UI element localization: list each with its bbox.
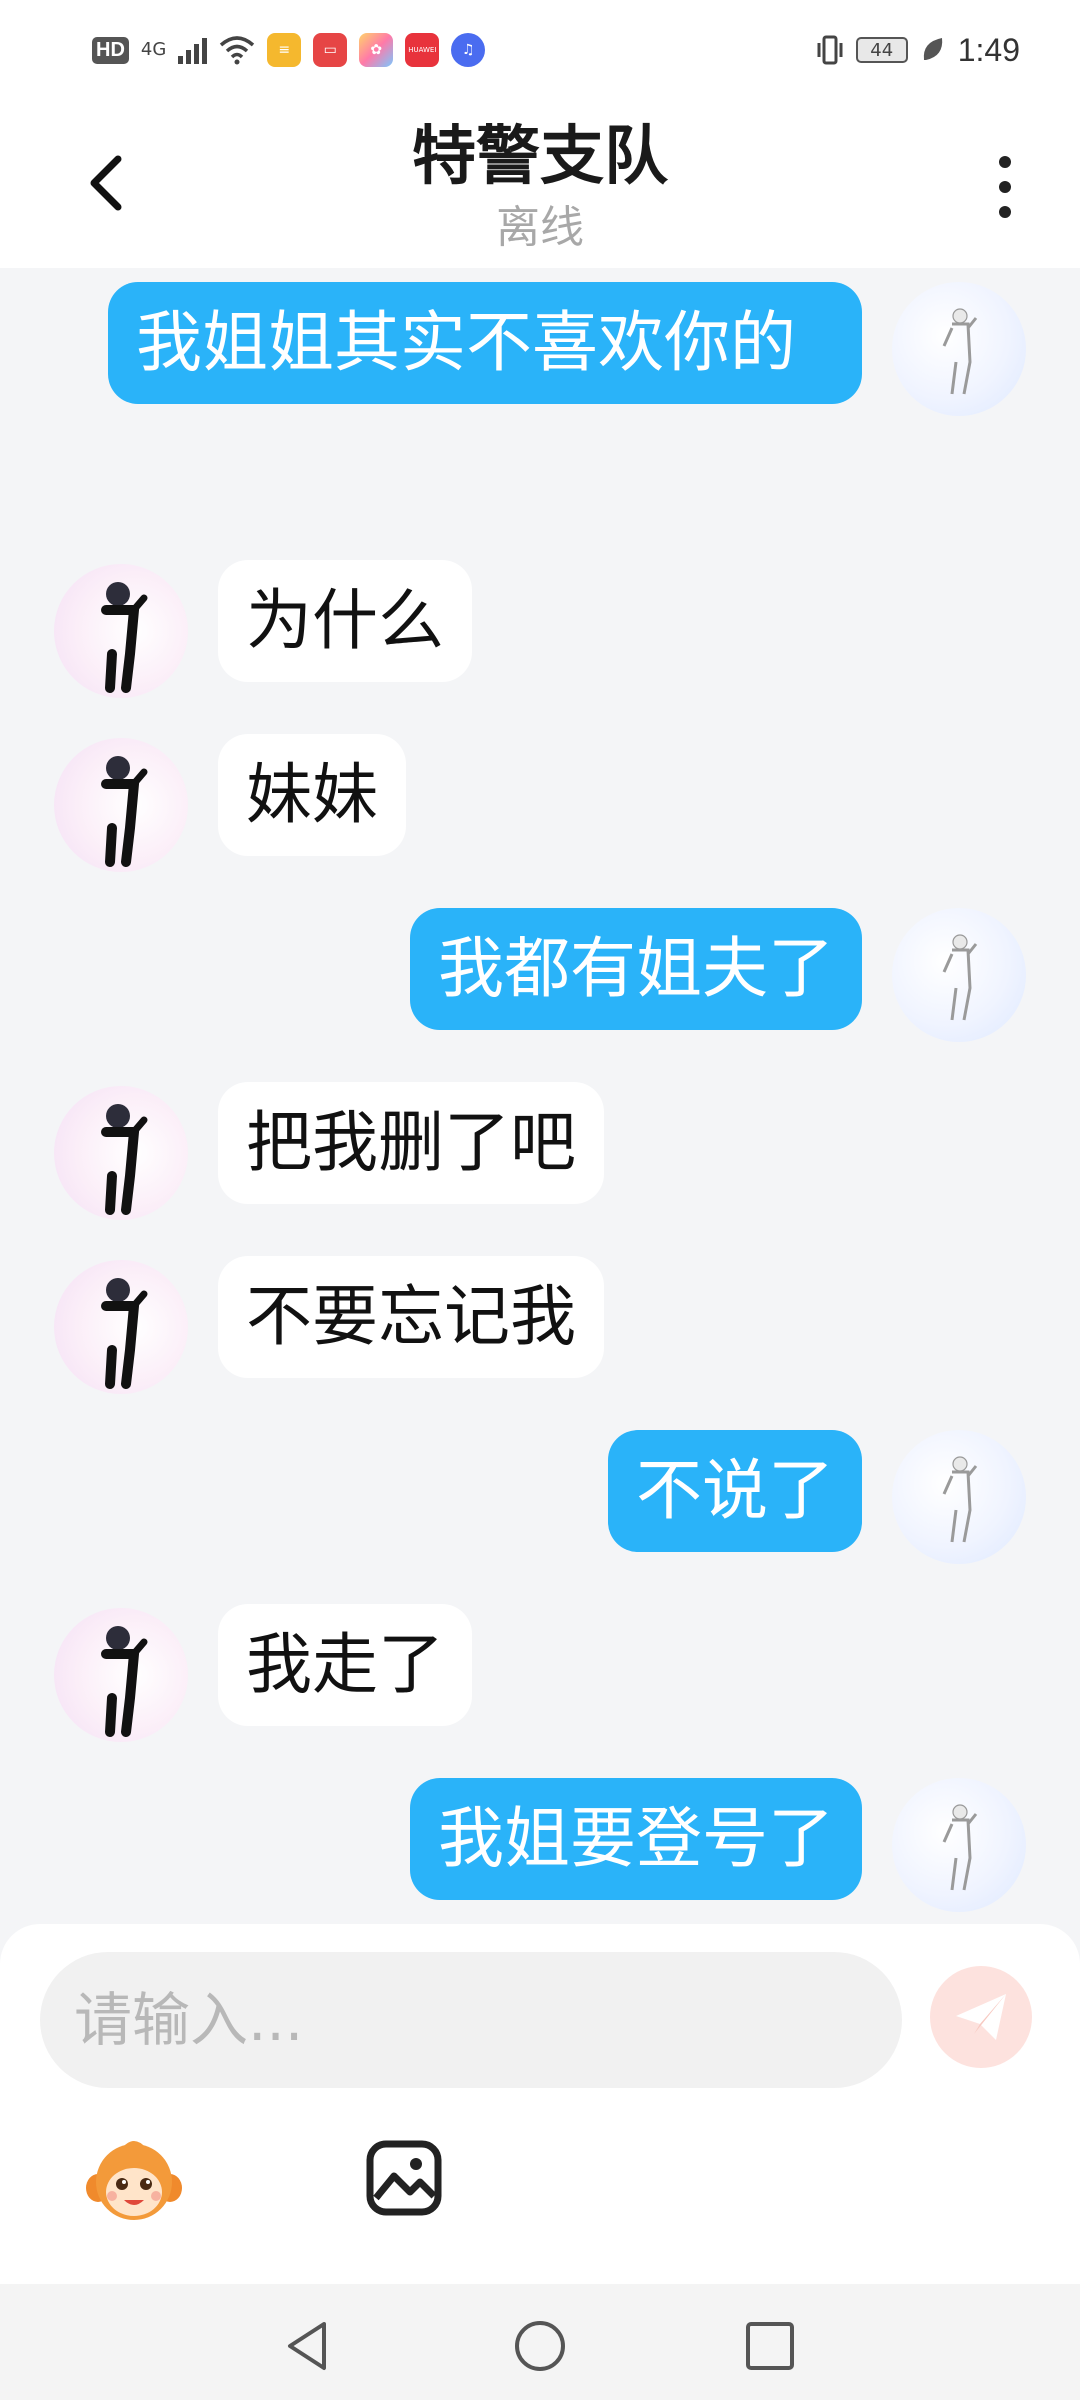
paper-plane-icon [956, 1994, 1006, 2040]
message-bubble-incoming[interactable]: 妹妹 [218, 734, 406, 856]
message-bubble-outgoing[interactable]: 我姐要登号了 [410, 1778, 862, 1900]
message-row: 我都有姐夫了 [0, 908, 1080, 1042]
message-bubble-outgoing[interactable]: 我姐姐其实不喜欢你的 [108, 282, 862, 404]
network-type: 4G [140, 39, 167, 60]
message-row: 不要忘记我 [0, 1256, 1080, 1394]
nav-recents-icon[interactable] [740, 2316, 800, 2376]
avatar-figure-icon [942, 1456, 978, 1543]
nav-back-icon[interactable] [278, 2316, 338, 2376]
battery-indicator: 44 [855, 37, 908, 63]
wifi-icon [220, 36, 255, 65]
avatar-figure-icon [101, 582, 148, 693]
avatar-figure-icon [101, 1104, 148, 1215]
chat-header: 特警支队 离线 [0, 100, 1080, 268]
my-avatar[interactable] [892, 908, 1026, 1042]
image-icon [366, 2140, 442, 2216]
my-avatar[interactable] [892, 1778, 1026, 1912]
message-bubble-incoming[interactable]: 为什么 [218, 560, 472, 682]
more-dot-icon [999, 206, 1011, 218]
status-bar: HD 4G ≡ ▭ ✿ HUAWEI ♫ 44 1:49 [0, 0, 1080, 100]
books-icon: ▭ [313, 33, 348, 67]
my-avatar[interactable] [892, 1430, 1026, 1564]
message-row: 把我删了吧 [0, 1082, 1080, 1220]
more-dot-icon [999, 181, 1011, 193]
message-bubble-outgoing[interactable]: 我都有姐夫了 [410, 908, 862, 1030]
gallery-icon: ✿ [359, 33, 394, 67]
wallet-icon: ≡ [267, 33, 302, 67]
my-avatar[interactable] [892, 282, 1026, 416]
send-button[interactable] [930, 1966, 1032, 2068]
image-picker-button[interactable] [364, 2138, 444, 2218]
peer-avatar[interactable] [54, 1086, 188, 1220]
message-row: 我姐姐其实不喜欢你的 [0, 282, 1080, 522]
hd-badge: HD [92, 36, 129, 64]
peer-avatar[interactable] [54, 738, 188, 872]
nav-home-icon[interactable] [510, 2316, 570, 2376]
status-left: HD 4G ≡ ▭ ✿ HUAWEI ♫ [92, 33, 486, 67]
message-row: 妹妹 [0, 734, 1080, 872]
more-dot-icon [999, 156, 1011, 168]
peer-avatar[interactable] [54, 1608, 188, 1742]
status-right: 44 1:49 [816, 32, 1020, 69]
peer-avatar[interactable] [54, 1260, 188, 1394]
avatar-figure-icon [101, 1626, 148, 1737]
huawei-store-icon: HUAWEI [405, 33, 440, 67]
more-options-button[interactable] [980, 152, 1030, 222]
avatar-figure-icon [942, 934, 978, 1021]
system-nav-bar [0, 2284, 1080, 2400]
message-list[interactable]: 我姐姐其实不喜欢你的 为什么 妹妹 我都有姐夫了 把我删了吧 不要忘记我 不说了… [0, 268, 1080, 1928]
music-icon: ♫ [451, 33, 486, 67]
chat-title: 特警支队 [412, 120, 668, 194]
avatar-figure-icon [101, 756, 148, 867]
signal-icon [178, 36, 208, 64]
message-bubble-incoming[interactable]: 我走了 [218, 1604, 472, 1726]
message-row: 不说了 [0, 1430, 1080, 1564]
message-bubble-incoming[interactable]: 把我删了吧 [218, 1082, 604, 1204]
composer-panel [0, 1924, 1080, 2284]
avatar-figure-icon [942, 308, 978, 395]
presence-status: 离线 [496, 202, 584, 253]
message-bubble-outgoing[interactable]: 不说了 [608, 1430, 862, 1552]
message-row: 我姐要登号了 [0, 1778, 1080, 1912]
clock: 1:49 [957, 31, 1020, 68]
emoji-button[interactable] [84, 2136, 184, 2226]
leaf-icon [923, 38, 942, 60]
avatar-figure-icon [101, 1278, 148, 1389]
monkey-emoji-icon [86, 2141, 182, 2220]
message-bubble-incoming[interactable]: 不要忘记我 [218, 1256, 604, 1378]
message-input[interactable] [40, 1952, 902, 2088]
avatar-figure-icon [942, 1804, 978, 1891]
peer-avatar[interactable] [54, 564, 188, 698]
message-row: 为什么 [0, 560, 1080, 698]
message-row: 我走了 [0, 1604, 1080, 1742]
vibrate-icon [817, 35, 843, 65]
